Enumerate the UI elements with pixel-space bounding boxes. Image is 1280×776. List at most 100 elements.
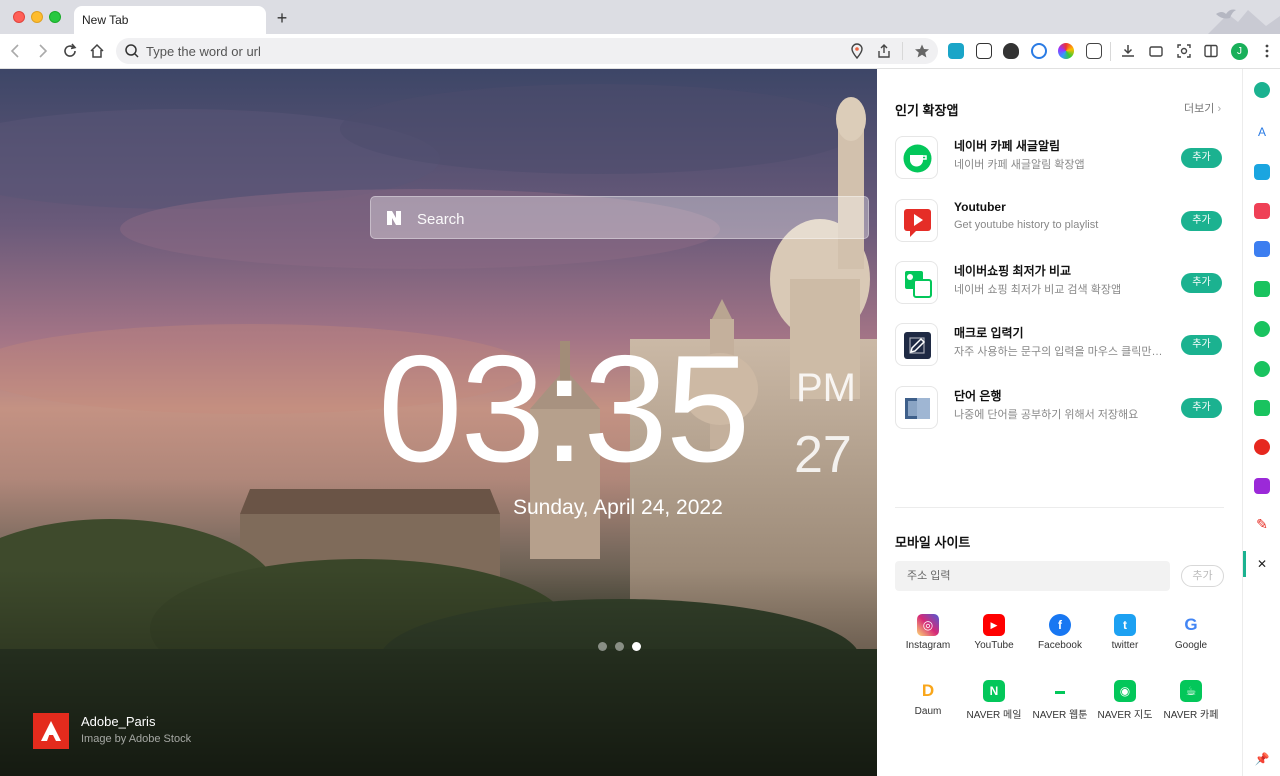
right-sidebar: A ✎ ✕ 📌 <box>1242 69 1280 776</box>
add-app-button[interactable]: 추가 <box>1181 148 1222 168</box>
new-tab-button[interactable]: + <box>272 8 292 28</box>
site-label: Instagram <box>905 640 951 651</box>
search-box[interactable] <box>370 196 869 239</box>
add-app-button[interactable]: 추가 <box>1181 273 1222 293</box>
clock-date: Sunday, April 24, 2022 <box>513 496 723 519</box>
add-app-button[interactable]: 추가 <box>1181 211 1222 231</box>
extension-pen-icon[interactable] <box>948 43 964 59</box>
app-row-shopping: 네이버쇼핑 최저가 비교 네이버 쇼핑 최저가 비교 검색 확장앱 추가 <box>895 261 1225 305</box>
profile-avatar[interactable]: J <box>1231 43 1248 60</box>
sidebar-bell-icon[interactable] <box>1254 281 1270 297</box>
word-bank-icon <box>895 386 938 429</box>
url-input[interactable] <box>146 41 826 61</box>
twitter-icon: t <box>1114 614 1136 636</box>
tab-bar: New Tab + <box>0 0 1280 34</box>
slide-dot-2[interactable] <box>615 642 624 651</box>
site-label: NAVER 메일 <box>966 710 1022 721</box>
app-desc: Get youtube history to playlist <box>954 219 1099 231</box>
extension-color-icon[interactable] <box>1058 43 1074 59</box>
sidebar-papago-icon[interactable]: A <box>1254 124 1270 140</box>
add-app-button[interactable]: 추가 <box>1181 335 1222 355</box>
home-icon[interactable] <box>88 42 106 60</box>
extension-mouse-icon[interactable] <box>1003 43 1019 59</box>
photo-credit-title[interactable]: Adobe_Paris <box>81 714 155 729</box>
slide-indicator <box>598 642 641 651</box>
site-instagram[interactable]: ◎ Instagram <box>895 614 961 651</box>
sidebar-chart-icon[interactable] <box>1254 361 1270 377</box>
star-icon[interactable] <box>914 43 930 59</box>
download-icon[interactable] <box>1119 42 1137 60</box>
sidebar-audio-icon[interactable] <box>1254 478 1270 494</box>
toolbar-divider <box>1110 42 1111 61</box>
site-youtube[interactable]: ▶ YouTube <box>961 614 1027 651</box>
extensions-puzzle-icon[interactable] <box>1086 43 1102 59</box>
forward-icon[interactable] <box>34 42 52 60</box>
sidebar-calendar-icon[interactable] <box>1254 164 1270 180</box>
clock-ampm: PM <box>796 366 856 410</box>
sidebar-close-icon[interactable]: ✕ <box>1254 556 1270 572</box>
naver-logo-icon <box>387 211 401 225</box>
app-row-youtuber: Youtuber Get youtube history to playlist… <box>895 199 1225 243</box>
reload-icon[interactable] <box>61 42 79 60</box>
naver-mail-icon: N <box>983 680 1005 702</box>
url-divider <box>902 42 903 60</box>
add-app-button[interactable]: 추가 <box>1181 398 1222 418</box>
sidebar-pocket-icon[interactable] <box>1254 203 1270 219</box>
app-name: 네이버쇼핑 최저가 비교 <box>954 264 1072 278</box>
site-naver-mail[interactable]: N NAVER 메일 <box>961 680 1027 721</box>
site-label: YouTube <box>974 640 1014 651</box>
sidebar-cafe-icon[interactable] <box>1254 321 1270 337</box>
sidebar-toggle-icon[interactable] <box>1202 42 1220 60</box>
sidebar-memo-icon[interactable] <box>1254 400 1270 416</box>
sidebar-naver-icon[interactable] <box>1254 82 1270 98</box>
adobe-logo-icon[interactable] <box>33 713 69 749</box>
app-row-word-bank: 단어 은행 나중에 단어를 공부하기 위해서 저장해요 추가 <box>895 386 1225 430</box>
extension-send-icon[interactable] <box>976 43 992 59</box>
naver-webtoon-icon: ▬ <box>1049 680 1071 702</box>
back-icon[interactable] <box>6 42 24 60</box>
site-label: NAVER 웹툰 <box>1032 710 1088 721</box>
site-label: NAVER 카페 <box>1163 710 1219 721</box>
app-row-macro: 매크로 입력기 자주 사용하는 문구의 입력을 마우스 클릭만으로 입력할 수 … <box>895 323 1225 367</box>
more-menu-icon[interactable] <box>1258 42 1276 60</box>
app-desc: 네이버 카페 새글알림 확장앱 <box>954 159 1085 171</box>
site-google[interactable]: G Google <box>1158 614 1224 651</box>
sidebar-pin-icon[interactable]: 📌 <box>1254 751 1270 767</box>
more-link[interactable]: 더보기 › <box>1184 100 1221 116</box>
sidebar-music-icon[interactable] <box>1254 439 1270 455</box>
google-icon: G <box>1180 614 1202 636</box>
site-twitter[interactable]: t twitter <box>1092 614 1158 651</box>
site-daum[interactable]: D Daum <box>895 680 961 717</box>
clock-seconds: 27 <box>794 426 852 484</box>
more-label: 더보기 <box>1184 103 1215 115</box>
minimize-window-button[interactable] <box>31 11 43 23</box>
photo-credit-subtitle: Image by Adobe Stock <box>81 733 192 745</box>
search-icon <box>125 44 139 58</box>
slide-dot-1[interactable] <box>598 642 607 651</box>
add-site-button[interactable]: 추가 <box>1181 565 1224 587</box>
screen-capture-icon[interactable] <box>1175 42 1193 60</box>
new-tab-background: 03:35 PM 27 Sunday, April 24, 2022 Adobe… <box>0 69 877 776</box>
shopping-icon <box>895 261 938 304</box>
popular-apps-title: 인기 확장앱 <box>895 103 959 118</box>
zoom-window-button[interactable] <box>49 11 61 23</box>
slide-dot-3[interactable] <box>632 642 641 651</box>
site-naver-webtoon[interactable]: ▬ NAVER 웹툰 <box>1027 680 1093 721</box>
location-icon[interactable] <box>849 43 865 59</box>
tab-new-tab[interactable]: New Tab <box>74 6 266 34</box>
search-input[interactable] <box>417 208 847 230</box>
extension-search-icon[interactable] <box>1031 43 1047 59</box>
tab-title: New Tab <box>82 13 129 27</box>
sidebar-wallet-icon[interactable] <box>1254 241 1270 257</box>
sidebar-pen-icon[interactable]: ✎ <box>1254 516 1270 532</box>
share-icon[interactable] <box>876 43 892 59</box>
site-naver-cafe[interactable]: ☕ NAVER 카페 <box>1158 680 1224 721</box>
address-input[interactable] <box>895 561 1170 591</box>
window-icon[interactable] <box>1147 42 1165 60</box>
close-window-button[interactable] <box>13 11 25 23</box>
address-bar[interactable] <box>116 38 938 64</box>
extension-panel: 인기 확장앱 더보기 › 네이버 카페 새글알림 네이버 카페 새글알림 확장앱… <box>877 69 1242 776</box>
site-facebook[interactable]: f Facebook <box>1027 614 1093 651</box>
facebook-icon: f <box>1049 614 1071 636</box>
site-naver-map[interactable]: ◉ NAVER 지도 <box>1092 680 1158 721</box>
